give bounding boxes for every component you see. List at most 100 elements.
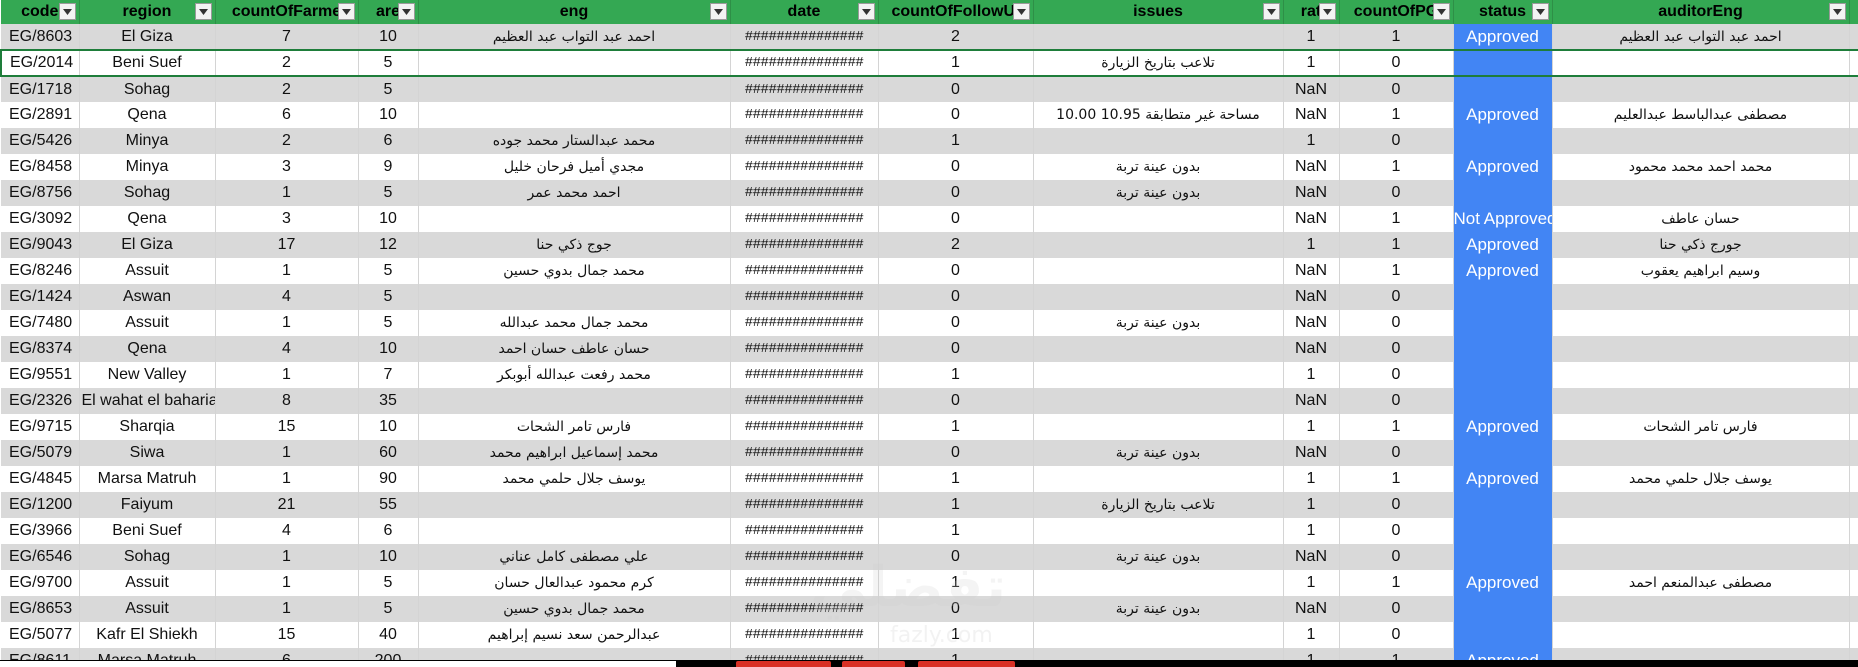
cell-status[interactable]: [1453, 76, 1553, 102]
column-header-rate[interactable]: rat: [1283, 0, 1340, 24]
cell-status[interactable]: [1453, 336, 1553, 362]
cell-followup[interactable]: 1: [878, 49, 1034, 77]
cell-pg[interactable]: 0: [1339, 492, 1454, 518]
cell-pg[interactable]: 0: [1339, 336, 1454, 362]
cell-area[interactable]: 40: [358, 622, 419, 648]
filter-dropdown-icon[interactable]: [1432, 3, 1450, 20]
cell-region[interactable]: Assuit: [79, 570, 216, 596]
cell-auditor[interactable]: [1552, 622, 1850, 648]
column-header-issues[interactable]: issues: [1033, 0, 1284, 24]
cell-auditor[interactable]: يوسف جلال حلمي محمد: [1552, 466, 1850, 492]
cell-followup[interactable]: 0: [878, 180, 1034, 206]
table-row[interactable]: EG/5077 Kafr El Shiekh 15 40 عبدالرحمن سعد ن…: [1, 622, 1858, 648]
cell-rate[interactable]: NaN: [1283, 336, 1340, 362]
cell-region[interactable]: Assuit: [79, 596, 216, 622]
cell-status[interactable]: Approved: [1453, 102, 1553, 128]
cell-area[interactable]: 6: [358, 128, 419, 154]
cell-region[interactable]: Assuit: [79, 310, 216, 336]
cell-status[interactable]: Approved: [1453, 24, 1553, 50]
cell-auditor[interactable]: [1552, 388, 1850, 414]
cell-farmers[interactable]: 6: [215, 102, 359, 128]
cell-followup[interactable]: 1: [878, 622, 1034, 648]
cell-eng[interactable]: جوج ذكي حنا: [418, 232, 731, 258]
cell-eng[interactable]: محمد جمال بدوي حسين: [418, 596, 731, 622]
cell-followup[interactable]: 2: [878, 232, 1034, 258]
cell-date[interactable]: ###############: [730, 622, 879, 648]
cell-followup[interactable]: 1: [878, 466, 1034, 492]
cell-rate[interactable]: NaN: [1283, 180, 1340, 206]
table-row[interactable]: EG/2326 El wahat el baharia 8 35 ###########…: [1, 388, 1858, 414]
cell-rate[interactable]: NaN: [1283, 154, 1340, 180]
cell-pg[interactable]: 1: [1339, 232, 1454, 258]
cell-eng[interactable]: محمد إسماعيل ابراهيم محمد: [418, 440, 731, 466]
cell-auditor[interactable]: جورج ذكي حنا: [1552, 232, 1850, 258]
table-row[interactable]: EG/8653 Assuit 1 5 محمد جمال بدوي حسين ######…: [1, 596, 1858, 622]
cell-pg[interactable]: 1: [1339, 466, 1454, 492]
cell-eng[interactable]: احمد محمد عمر: [418, 180, 731, 206]
cell-followup[interactable]: 1: [878, 518, 1034, 544]
cell-farmers[interactable]: 1: [215, 466, 359, 492]
cell-issues[interactable]: [1033, 336, 1284, 362]
cell-farmers[interactable]: 1: [215, 258, 359, 284]
cell-region[interactable]: El wahat el baharia: [79, 388, 216, 414]
filter-dropdown-icon[interactable]: [58, 3, 76, 20]
filter-dropdown-icon[interactable]: [1318, 3, 1336, 20]
table-row[interactable]: EG/4845 Marsa Matruh 1 90 يوسف جلال حلمي محم…: [1, 466, 1858, 492]
cell-followup[interactable]: 0: [878, 310, 1034, 336]
cell-eng[interactable]: [418, 49, 731, 77]
cell-eng[interactable]: يوسف جلال حلمي محمد: [418, 466, 731, 492]
column-header-code[interactable]: code: [1, 0, 80, 24]
cell-area[interactable]: 5: [358, 258, 419, 284]
cell-date[interactable]: ###############: [730, 102, 879, 128]
cell-farmers[interactable]: 1: [215, 596, 359, 622]
cell-rate[interactable]: NaN: [1283, 76, 1340, 102]
filter-dropdown-icon[interactable]: [1012, 3, 1030, 20]
cell-date[interactable]: ###############: [730, 154, 879, 180]
cell-area[interactable]: 5: [358, 310, 419, 336]
cell-area[interactable]: 10: [358, 24, 419, 50]
cell-eng[interactable]: محمد عبدالستار محمد جوده: [418, 128, 731, 154]
cell-eng[interactable]: محمد جمال محمد عبدالله: [418, 310, 731, 336]
cell-region[interactable]: Minya: [79, 128, 216, 154]
cell-date[interactable]: ###############: [730, 180, 879, 206]
cell-issues[interactable]: بدون عينة تربة: [1033, 544, 1284, 570]
cell-area[interactable]: 10: [358, 102, 419, 128]
cell-code[interactable]: EG/9700: [1, 570, 80, 596]
table-row[interactable]: EG/2891 Qena 6 10 ############### 0 مساحة غير …: [1, 102, 1858, 128]
cell-farmers[interactable]: 2: [215, 49, 359, 77]
cell-code[interactable]: EG/5077: [1, 622, 80, 648]
cell-auditor[interactable]: [1552, 336, 1850, 362]
sheet-tab-1[interactable]: [736, 661, 831, 667]
cell-auditor[interactable]: [1552, 284, 1850, 310]
cell-code[interactable]: EG/8653: [1, 596, 80, 622]
cell-pg[interactable]: 0: [1339, 49, 1454, 77]
cell-issues[interactable]: [1033, 24, 1284, 50]
cell-farmers[interactable]: 17: [215, 232, 359, 258]
cell-rate[interactable]: NaN: [1283, 310, 1340, 336]
cell-code[interactable]: EG/8603: [1, 24, 80, 50]
cell-area[interactable]: 7: [358, 362, 419, 388]
cell-pg[interactable]: 0: [1339, 544, 1454, 570]
cell-eng[interactable]: [418, 388, 731, 414]
cell-pg[interactable]: 1: [1339, 414, 1454, 440]
cell-auditor[interactable]: احمد عبد التواب عبد العظيم: [1552, 24, 1850, 50]
cell-status[interactable]: [1453, 518, 1553, 544]
cell-code[interactable]: EG/6546: [1, 544, 80, 570]
cell-date[interactable]: ###############: [730, 49, 879, 77]
table-row[interactable]: EG/9700 Assuit 1 5 كرم محمود عبدالعال حسان ##…: [1, 570, 1858, 596]
column-header-followup[interactable]: countOfFollowUp: [878, 0, 1034, 24]
cell-status[interactable]: [1453, 388, 1553, 414]
cell-farmers[interactable]: 21: [215, 492, 359, 518]
cell-status[interactable]: Approved: [1453, 414, 1553, 440]
cell-issues[interactable]: بدون عينة تربة: [1033, 180, 1284, 206]
sheet-tab-3[interactable]: [918, 661, 1015, 667]
cell-pg[interactable]: 0: [1339, 284, 1454, 310]
cell-issues[interactable]: [1033, 284, 1284, 310]
cell-status[interactable]: [1453, 622, 1553, 648]
table-row[interactable]: EG/7480 Assuit 1 5 محمد جمال محمد عبدالله ###…: [1, 310, 1858, 336]
cell-eng[interactable]: علي مصطفى كامل عناني: [418, 544, 731, 570]
cell-status[interactable]: [1453, 596, 1553, 622]
table-row[interactable]: EG/2014 Beni Suef 2 5 ############### 1 تلاعب …: [0, 49, 1858, 77]
cell-rate[interactable]: NaN: [1283, 284, 1340, 310]
cell-area[interactable]: 12: [358, 232, 419, 258]
